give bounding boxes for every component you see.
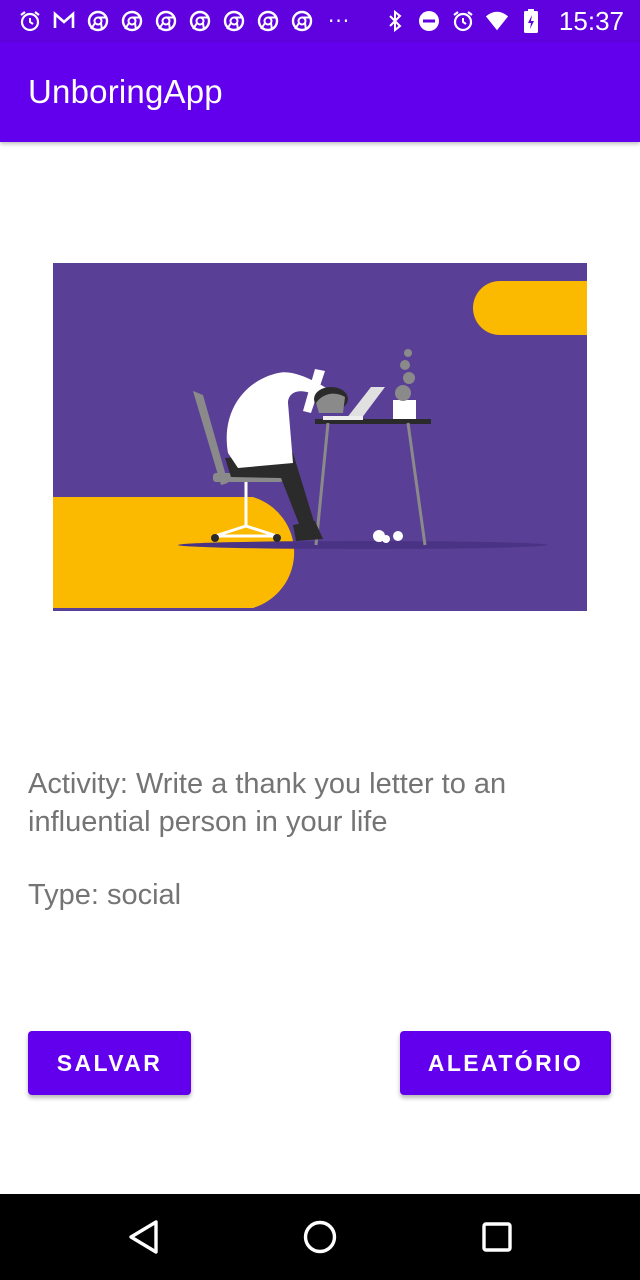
navigation-bar: [0, 1194, 640, 1280]
yellow-shape-top: [473, 281, 587, 335]
recents-icon[interactable]: [472, 1212, 522, 1262]
back-icon[interactable]: [118, 1212, 168, 1262]
chrome-icon: [256, 9, 280, 33]
app-title: UnboringApp: [28, 73, 223, 110]
status-bar: ··· 15:37: [0, 0, 640, 42]
save-button[interactable]: SALVAR: [28, 1031, 191, 1095]
chrome-icon: [222, 9, 246, 33]
home-icon[interactable]: [295, 1212, 345, 1262]
chrome-icon: [86, 9, 110, 33]
activity-illustration: [53, 263, 587, 611]
random-button[interactable]: ALEATÓRIO: [400, 1031, 611, 1095]
gmail-icon: [52, 9, 76, 33]
bluetooth-icon: [383, 9, 407, 33]
floor-shadow: [178, 541, 548, 549]
activity-text: Activity: Write a thank you letter to an…: [28, 768, 507, 838]
more-notifications-indicator: ···: [328, 9, 351, 33]
status-time: 15:37: [558, 5, 624, 36]
alarm-icon: [18, 9, 42, 33]
wifi-icon: [485, 9, 509, 33]
chrome-icon: [188, 9, 212, 33]
activity-type-text: Type: social: [28, 879, 182, 911]
alarm-icon: [451, 9, 475, 33]
yellow-shape-bottom: [53, 497, 295, 608]
do-not-disturb-icon: [417, 9, 441, 33]
app-bar: UnboringApp: [0, 42, 640, 142]
system-icons: 15:37: [383, 6, 624, 37]
chrome-icon: [120, 9, 144, 33]
battery-charging-icon: [519, 9, 543, 33]
notification-icons: ···: [18, 9, 350, 33]
chrome-icon: [154, 9, 178, 33]
chrome-icon: [290, 9, 314, 33]
